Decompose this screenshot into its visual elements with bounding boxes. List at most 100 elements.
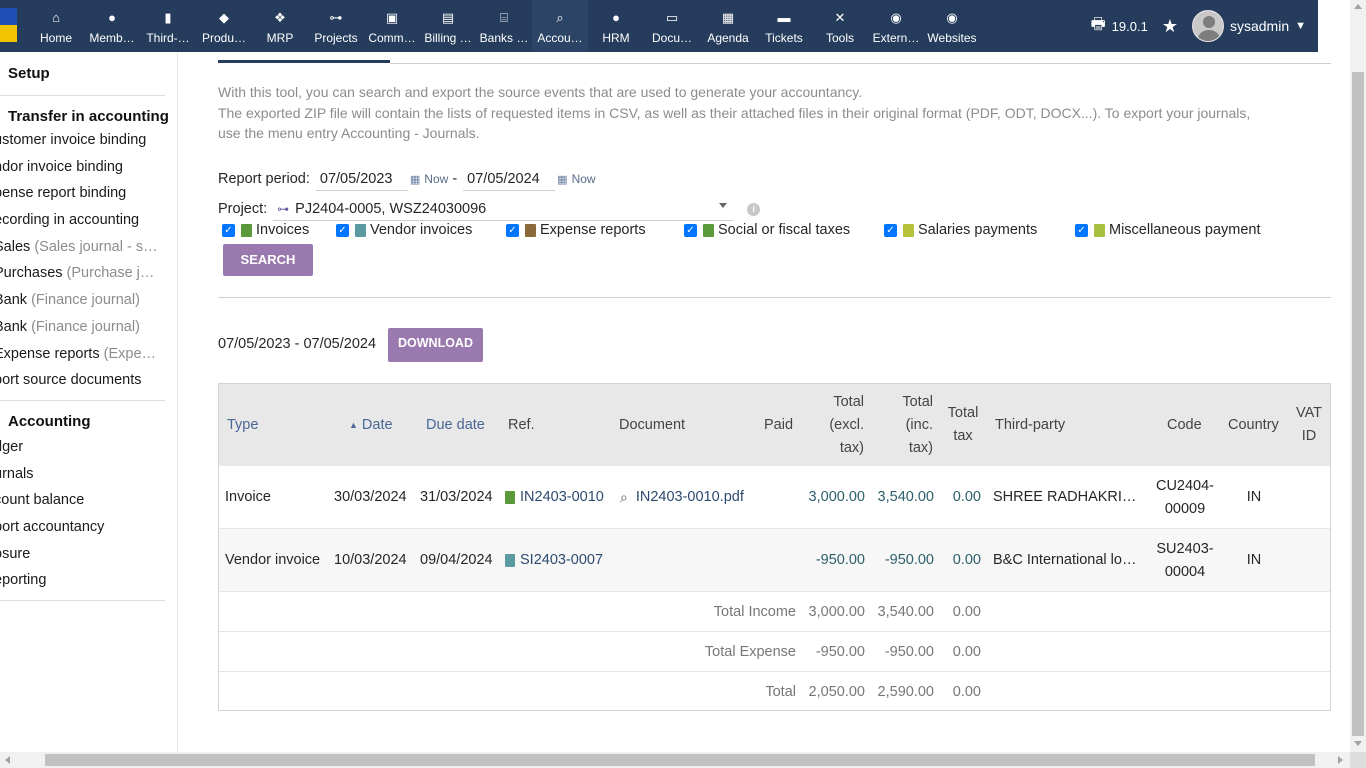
now-from-link[interactable]: Now	[424, 172, 448, 186]
header-due-date[interactable]: Due date	[426, 384, 485, 466]
main-menu: ⌂ Home ● Memb… ▮ Third-… ◆ Produ… ❖ MRP ⊶ Projects ▣…	[28, 0, 980, 52]
calendar-icon[interactable]: ▦	[557, 173, 567, 186]
calendar-icon[interactable]: ▦	[410, 173, 420, 186]
sidebar-item[interactable]: port source documents	[0, 367, 166, 394]
horizontal-scroll-thumb[interactable]	[45, 754, 1315, 766]
now-to-link[interactable]: Now	[572, 172, 596, 186]
sidebar-item[interactable]: pense report binding	[0, 180, 166, 207]
menu-item[interactable]: ⌕ Accou…	[532, 0, 588, 52]
scroll-right-arrow-icon[interactable]	[1338, 756, 1343, 764]
sidebar-item[interactable]: port accountancy	[0, 514, 166, 541]
menu-item[interactable]: ▤ Billing …	[420, 0, 476, 52]
sidebar-item[interactable]: ustomer invoice binding	[0, 127, 166, 154]
menu-item[interactable]: ◆ Produ…	[196, 0, 252, 52]
sidebar-item[interactable]: osure	[0, 541, 166, 568]
menu-item[interactable]: ▬ Tickets	[756, 0, 812, 52]
sidebar-item[interactable]: Purchases (Purchase j…	[0, 260, 166, 287]
header-vat-id[interactable]: VAT ID	[1292, 384, 1326, 466]
total-inc: 3,540.00	[877, 603, 934, 620]
ref-link[interactable]: SI2403-0007	[520, 549, 603, 572]
header-total-excl[interactable]: Total (excl. tax)	[809, 384, 864, 466]
sidebar-transfer-heading[interactable]: Transfer in accounting	[0, 108, 177, 125]
sidebar-item[interactable]: eporting	[0, 567, 166, 594]
menu-item[interactable]: ◉ Websites	[924, 0, 980, 52]
sidebar-item[interactable]: ndor invoice binding	[0, 154, 166, 181]
header-date[interactable]: ▲ Date	[349, 384, 393, 466]
sidebar-item[interactable]: Bank (Finance journal)	[0, 314, 166, 341]
source-type-checkbox[interactable]: ✓ Expense reports	[506, 222, 684, 238]
menu-item[interactable]: ❖ MRP	[252, 0, 308, 52]
menu-item[interactable]: ● HRM	[588, 0, 644, 52]
checkbox[interactable]: ✓	[336, 223, 349, 237]
date-to-input[interactable]	[463, 167, 556, 191]
ref-link[interactable]: IN2403-0010	[520, 486, 604, 509]
zoom-preview-icon[interactable]: ⌕	[620, 486, 628, 509]
sidebar-item[interactable]: dger	[0, 434, 166, 461]
scroll-down-arrow-icon[interactable]	[1354, 741, 1362, 746]
source-type-checkbox[interactable]: ✓ Invoices	[222, 222, 336, 238]
cell-third-party[interactable]: B&C International lo…	[993, 529, 1136, 592]
header-third-party[interactable]: Third-party	[995, 384, 1065, 466]
header-total-tax[interactable]: Total tax	[945, 384, 981, 466]
cell-document[interactable]: ⌕ IN2403-0010.pdf	[620, 466, 744, 529]
project-select[interactable]: ⊶ PJ2404-0005, WSZ24030096	[273, 197, 734, 221]
avatar[interactable]	[1191, 10, 1224, 42]
menu-item[interactable]: ⌂ Home	[28, 0, 84, 52]
cell-ref[interactable]: SI2403-0007	[505, 529, 603, 592]
document-link[interactable]: IN2403-0010.pdf	[636, 486, 744, 509]
sidebar-item[interactable]: ecording in accounting	[0, 207, 166, 234]
cell-ref[interactable]: IN2403-0010	[505, 466, 604, 529]
header-country[interactable]: Country	[1228, 384, 1279, 466]
checkbox[interactable]: ✓	[884, 223, 897, 237]
sidebar-item[interactable]: urnals	[0, 461, 166, 488]
header-total-inc[interactable]: Total (inc. tax)	[879, 384, 933, 466]
menu-item[interactable]: ⊶ Projects	[308, 0, 364, 52]
cell-third-party[interactable]: SHREE RADHAKRI…	[993, 466, 1136, 529]
checkbox[interactable]: ✓	[1075, 223, 1088, 237]
chevron-down-icon[interactable]	[719, 203, 728, 208]
sidebar-item[interactable]: Bank (Finance journal)	[0, 287, 166, 314]
menu-item[interactable]: ▦ Agenda	[700, 0, 756, 52]
user-menu[interactable]: sysadmin ▼	[1191, 10, 1306, 42]
source-type-checkbox[interactable]: ✓ Social or fiscal taxes	[684, 222, 884, 238]
checkbox[interactable]: ✓	[222, 223, 235, 237]
search-button[interactable]: SEARCH	[223, 244, 313, 276]
menu-item[interactable]: ● Memb…	[84, 0, 140, 52]
sidebar-accounting-heading[interactable]: Accounting	[0, 413, 177, 430]
header-paid[interactable]: Paid	[764, 384, 793, 466]
header-type[interactable]: Type	[227, 384, 258, 466]
date-from-input[interactable]	[315, 167, 408, 191]
menu-item[interactable]: ⌸ Banks …	[476, 0, 532, 52]
printer-icon[interactable]: 🖶	[1091, 13, 1106, 40]
bookmark-star-icon[interactable]: ★	[1162, 16, 1178, 37]
sidebar-item[interactable]: count balance	[0, 487, 166, 514]
company-logo[interactable]	[0, 8, 17, 42]
download-button[interactable]: DOWNLOAD	[388, 328, 483, 362]
scroll-up-arrow-icon[interactable]	[1354, 4, 1362, 9]
menu-item[interactable]: ▮ Third-…	[140, 0, 196, 52]
info-icon[interactable]: i	[747, 202, 761, 216]
header-ref[interactable]: Ref.	[508, 384, 535, 466]
source-type-checkbox[interactable]: ✓ Miscellaneous payment	[1075, 222, 1275, 238]
checkbox[interactable]: ✓	[506, 223, 519, 237]
menu-item[interactable]: ◉ Extern…	[868, 0, 924, 52]
source-type-icon	[241, 223, 252, 237]
menu-item[interactable]: ▭ Docu…	[644, 0, 700, 52]
sidebar-setup-link[interactable]: Setup	[0, 65, 177, 82]
menu-item[interactable]: ✕ Tools	[812, 0, 868, 52]
menu-item[interactable]: ▣ Comm…	[364, 0, 420, 52]
source-type-checkbox[interactable]: ✓ Salaries payments	[884, 222, 1075, 238]
horizontal-scrollbar[interactable]	[0, 752, 1350, 768]
checkbox[interactable]: ✓	[684, 223, 697, 237]
sidebar-item[interactable]: Sales (Sales journal - s…	[0, 234, 166, 261]
vertical-scrollbar[interactable]	[1350, 0, 1366, 752]
menu-item-label: Memb…	[89, 31, 135, 45]
sidebar-item[interactable]: Expense reports (Expe…	[0, 341, 166, 368]
header-code[interactable]: Code	[1167, 384, 1202, 466]
scroll-left-arrow-icon[interactable]	[5, 756, 10, 764]
sidebar-item-label: Expense reports	[0, 345, 104, 362]
source-type-checkbox[interactable]: ✓ Vendor invoices	[336, 222, 506, 238]
vertical-scroll-thumb[interactable]	[1352, 72, 1364, 736]
print-version[interactable]: 🖶 19.0.1	[1091, 13, 1148, 40]
header-document[interactable]: Document	[619, 384, 685, 466]
